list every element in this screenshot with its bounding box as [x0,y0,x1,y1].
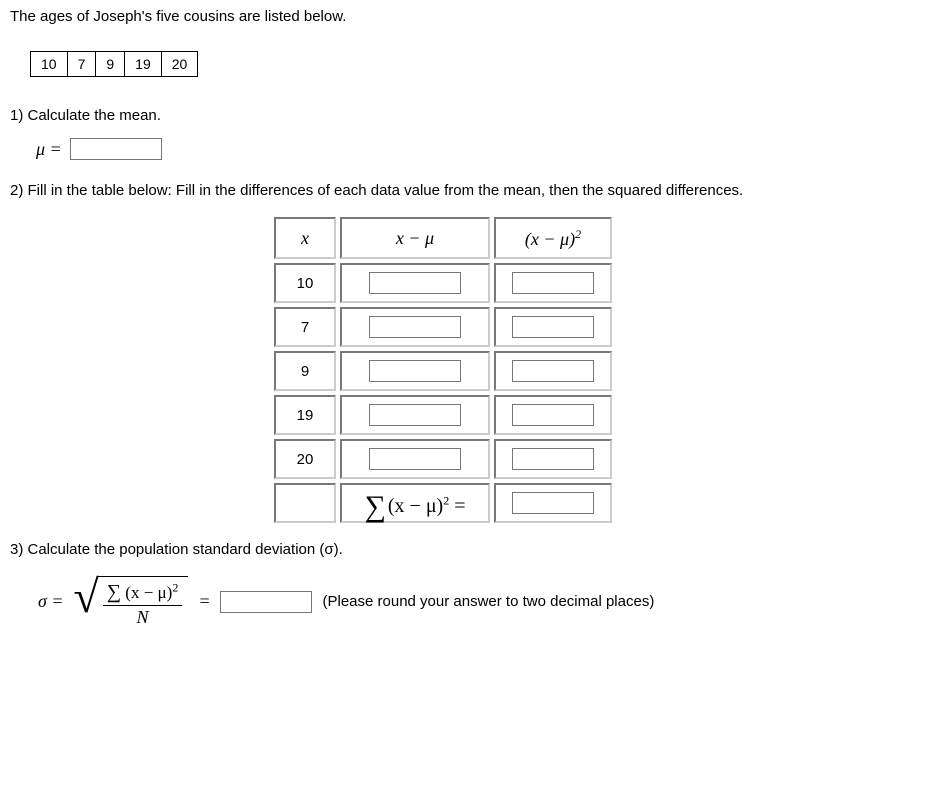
x-cell: 7 [274,307,336,347]
diff-input[interactable] [369,360,461,382]
diff-input[interactable] [369,404,461,426]
differences-table: x x − μ (x − μ)2 10 7 9 19 20 ∑(x [270,213,616,527]
sqdiff-input[interactable] [512,316,594,338]
sqdiff-input[interactable] [512,360,594,382]
q1-label: 1) Calculate the mean. [10,107,938,124]
q2-label: 2) Fill in the table below: Fill in the … [10,182,938,199]
sum-expression: ∑(x − μ)2 = [365,495,466,517]
q3-label: 3) Calculate the population standard dev… [10,541,938,558]
sqdiff-input[interactable] [512,404,594,426]
x-cell: 19 [274,395,336,435]
data-cell: 20 [161,52,198,77]
x-cell: 9 [274,351,336,391]
mu-equals: μ = [36,139,62,160]
problem-prompt: The ages of Joseph's five cousins are li… [10,8,938,25]
data-cell: 19 [125,52,162,77]
diff-input[interactable] [369,272,461,294]
data-cell: 9 [96,52,125,77]
sqdiff-input[interactable] [512,448,594,470]
sum-blank-cell [274,483,336,523]
equals-sign: = [198,591,210,612]
header-diff: x − μ [396,228,434,248]
data-cell: 7 [67,52,96,77]
mean-input[interactable] [70,138,162,160]
header-x: x [301,228,309,248]
diff-input[interactable] [369,316,461,338]
rounding-hint: (Please round your answer to two decimal… [322,593,654,610]
sqrt-icon: √ [74,576,99,628]
diff-input[interactable] [369,448,461,470]
sqrt-expression: √ ∑ (x − μ)2 N [74,576,189,628]
sigma-input[interactable] [220,591,312,613]
header-sq: (x − μ)2 [525,229,581,249]
sqdiff-input[interactable] [512,272,594,294]
x-cell: 10 [274,263,336,303]
data-values-table: 10 7 9 19 20 [30,51,198,77]
sum-sqdiff-input[interactable] [512,492,594,514]
data-cell: 10 [31,52,68,77]
sigma-lhs: σ = [38,591,64,612]
x-cell: 20 [274,439,336,479]
